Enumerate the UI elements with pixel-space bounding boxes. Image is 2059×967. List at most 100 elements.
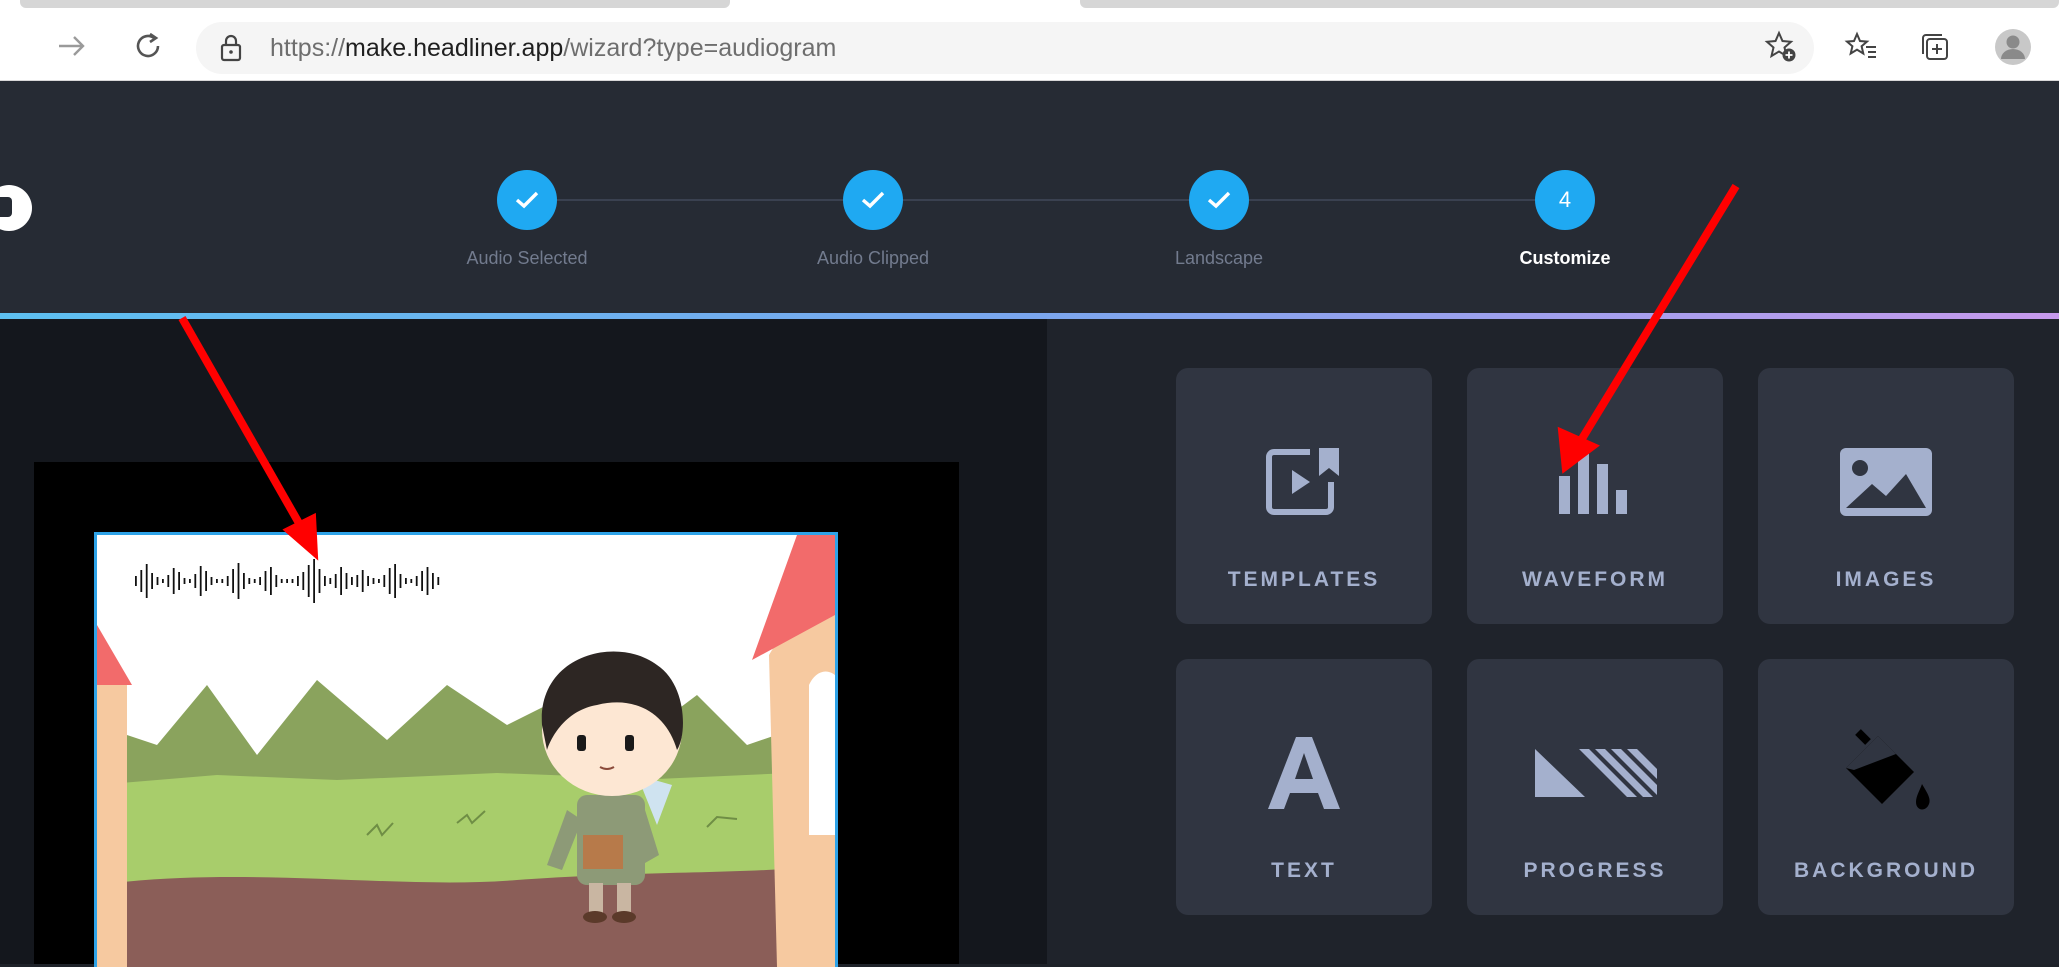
waveform-bar xyxy=(351,577,353,585)
scene-illustration xyxy=(97,535,835,967)
waveform-bar xyxy=(291,579,294,583)
waveform-bar xyxy=(140,570,143,592)
waveform-bar xyxy=(156,577,159,585)
waveform-bar xyxy=(426,567,429,595)
url-text: https://make.headliner.app/wizard?type=a… xyxy=(270,34,836,63)
waveform-bar xyxy=(388,568,391,594)
waveform-bar xyxy=(345,573,348,589)
waveform-bar xyxy=(378,579,380,583)
add-favorite-icon[interactable] xyxy=(1760,26,1802,68)
progress-label: PROGRESS xyxy=(1523,859,1667,882)
url-path: /wizard?type=audiogram xyxy=(563,34,837,62)
browser-toolbar: https://make.headliner.app/wizard?type=a… xyxy=(0,0,2059,81)
waveform-bar xyxy=(216,579,218,583)
waveform-bar xyxy=(421,571,423,591)
waveform-bar xyxy=(248,578,251,584)
waveform-bar xyxy=(167,575,170,587)
progress-icon xyxy=(1535,749,1657,797)
waveform-bar xyxy=(297,576,299,586)
check-icon xyxy=(861,191,885,209)
waveform-bar xyxy=(183,578,186,584)
waveform-bar xyxy=(415,576,418,586)
waveform-icon xyxy=(1559,452,1627,514)
waveform-bar xyxy=(210,577,213,585)
waveform-bar xyxy=(151,573,153,589)
browser-tab[interactable] xyxy=(20,0,730,8)
text-label: TEXT xyxy=(1271,859,1337,882)
waveform-bar xyxy=(226,576,229,586)
waveform-bar xyxy=(145,564,148,598)
waveform-bar xyxy=(199,566,202,596)
templates-tile[interactable]: TEMPLATES xyxy=(1176,368,1432,624)
step-connector xyxy=(1219,199,1565,201)
profile-avatar-icon[interactable] xyxy=(1992,26,2034,68)
reload-icon[interactable] xyxy=(128,26,168,66)
waveform-bar xyxy=(432,573,434,589)
step-label-customize: Customize xyxy=(1519,248,1611,268)
step-label-audio-clipped: Audio Clipped xyxy=(816,248,930,268)
forward-icon[interactable] xyxy=(52,26,92,66)
waveform-bar xyxy=(313,559,315,603)
waveform-bar xyxy=(135,576,137,586)
waveform-bar xyxy=(437,577,440,585)
waveform-bar xyxy=(280,579,283,583)
waveform-bar xyxy=(340,567,342,595)
check-icon xyxy=(515,191,539,209)
headliner-logo[interactable] xyxy=(0,185,32,231)
url-scheme: https:// xyxy=(270,34,346,62)
step-connector xyxy=(527,199,873,201)
waveform-bar xyxy=(318,569,321,593)
images-tile[interactable]: IMAGES xyxy=(1758,368,2014,624)
waveform-bar xyxy=(232,569,234,593)
step-4-current: 4 xyxy=(1535,170,1595,230)
text-tile[interactable]: TEXT xyxy=(1176,659,1432,915)
video-preview-canvas[interactable] xyxy=(94,532,838,967)
waveform-label: WAVEFORM xyxy=(1521,568,1669,591)
images-icon xyxy=(1840,448,1932,516)
waveform-bar xyxy=(189,579,191,583)
collections-icon[interactable] xyxy=(1914,26,1956,68)
waveform-bar xyxy=(329,578,332,584)
url-host: make.headliner.app xyxy=(345,34,564,62)
waveform-bar xyxy=(302,572,305,590)
templates-label: TEMPLATES xyxy=(1227,568,1381,591)
waveform-bar xyxy=(399,574,402,588)
waveform-bar xyxy=(162,579,164,583)
step-label-landscape: Landscape xyxy=(1174,248,1264,268)
waveform-bar xyxy=(205,571,207,591)
background-tile[interactable]: BACKGROUND xyxy=(1758,659,2014,915)
waveform-bar xyxy=(394,564,396,598)
waveform-bar xyxy=(178,572,180,590)
waveform-bar xyxy=(405,578,407,584)
step-2-complete xyxy=(843,170,903,230)
favorites-icon[interactable] xyxy=(1840,26,1882,68)
waveform-bar xyxy=(356,575,359,587)
waveform-bar xyxy=(194,574,197,588)
waveform-bar xyxy=(367,576,369,586)
waveform-bar xyxy=(172,568,175,594)
progress-tile[interactable]: PROGRESS xyxy=(1467,659,1723,915)
browser-tab[interactable] xyxy=(1080,0,2059,8)
waveform-bar xyxy=(286,579,288,583)
waveform-bar xyxy=(275,575,278,587)
waveform-tile[interactable]: WAVEFORM xyxy=(1467,368,1723,624)
check-icon xyxy=(1207,191,1231,209)
address-bar[interactable]: https://make.headliner.app/wizard?type=a… xyxy=(196,22,1814,74)
waveform-bar xyxy=(243,573,245,589)
background-label: BACKGROUND xyxy=(1794,859,1978,882)
waveform-bar xyxy=(372,578,375,584)
templates-icon xyxy=(1266,448,1339,515)
step-1-complete xyxy=(497,170,557,230)
background-icon xyxy=(1846,729,1930,810)
wizard-header xyxy=(0,81,2059,313)
waveform-bar xyxy=(221,579,224,583)
waveform-bar xyxy=(253,579,256,583)
waveform-bar xyxy=(334,574,337,588)
waveform-bar xyxy=(383,575,386,587)
waveform-bar xyxy=(264,571,267,591)
lock-icon[interactable] xyxy=(220,34,242,67)
step-3-complete xyxy=(1189,170,1249,230)
step-connector xyxy=(873,199,1219,201)
step-number: 4 xyxy=(1558,187,1572,212)
waveform-bar xyxy=(237,563,240,599)
